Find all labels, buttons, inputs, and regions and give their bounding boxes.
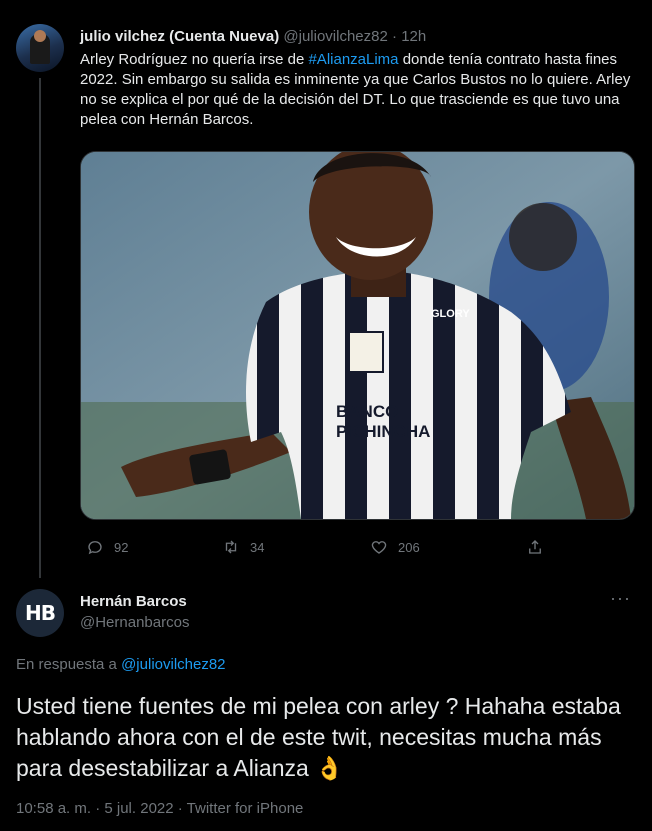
- share-action[interactable]: [526, 538, 544, 556]
- avatar-logo-text: HB: [25, 601, 56, 625]
- hashtag-link[interactable]: #AlianzaLima: [308, 51, 398, 68]
- avatar[interactable]: HB: [16, 589, 64, 637]
- more-options-button[interactable]: ···: [610, 588, 631, 609]
- header-separator: ·: [387, 28, 402, 45]
- reply-action[interactable]: 92: [86, 538, 128, 556]
- tweet-header: julio vilchez (Cuenta Nueva) @juliovilch…: [80, 28, 426, 45]
- tweet-timestamp[interactable]: 10:58 a. m. · 5 jul. 2022 · Twitter for …: [16, 800, 303, 817]
- retweet-icon: [225, 540, 237, 554]
- tweet-time[interactable]: 12h: [401, 28, 426, 45]
- reply-count: 92: [114, 539, 129, 555]
- tweet-actions: 92 34 206: [80, 538, 560, 562]
- thread-line: [39, 78, 41, 578]
- like-action[interactable]: 206: [370, 538, 420, 556]
- author-name[interactable]: julio vilchez (Cuenta Nueva): [80, 28, 279, 45]
- reply-handle-link[interactable]: @juliovilchez82: [121, 656, 225, 673]
- tweet-image[interactable]: BANCO PICHINCHA GLORY: [80, 151, 635, 520]
- heart-icon: [371, 541, 387, 554]
- tweet-text-before: Arley Rodríguez no quería irse de: [80, 51, 309, 68]
- avatar[interactable]: [16, 24, 64, 72]
- sponsor-line-2: PICHINCHA: [336, 422, 430, 441]
- author-handle[interactable]: @Hernanbarcos: [80, 614, 189, 631]
- footballer-photo: BANCO PICHINCHA GLORY: [81, 152, 634, 519]
- author-name[interactable]: Hernán Barcos: [80, 593, 187, 610]
- tweet-text: Usted tiene fuentes de mi pelea con arle…: [16, 693, 621, 781]
- retweet-action[interactable]: 34: [222, 538, 264, 556]
- jersey-brand: GLORY: [431, 308, 470, 320]
- tweet-text: Arley Rodríguez no quería irse de #Alian…: [80, 50, 635, 130]
- reply-context: En respuesta a @juliovilchez82: [16, 656, 226, 673]
- share-icon: [529, 540, 541, 554]
- avatar-face: [34, 30, 46, 42]
- reply-icon: [88, 541, 102, 555]
- sponsor-line-1: BANCO: [336, 402, 398, 421]
- reply-prefix: En respuesta a: [16, 656, 122, 673]
- author-handle[interactable]: @juliovilchez82: [283, 28, 387, 45]
- like-count: 206: [398, 539, 420, 555]
- retweet-count: 34: [250, 539, 265, 555]
